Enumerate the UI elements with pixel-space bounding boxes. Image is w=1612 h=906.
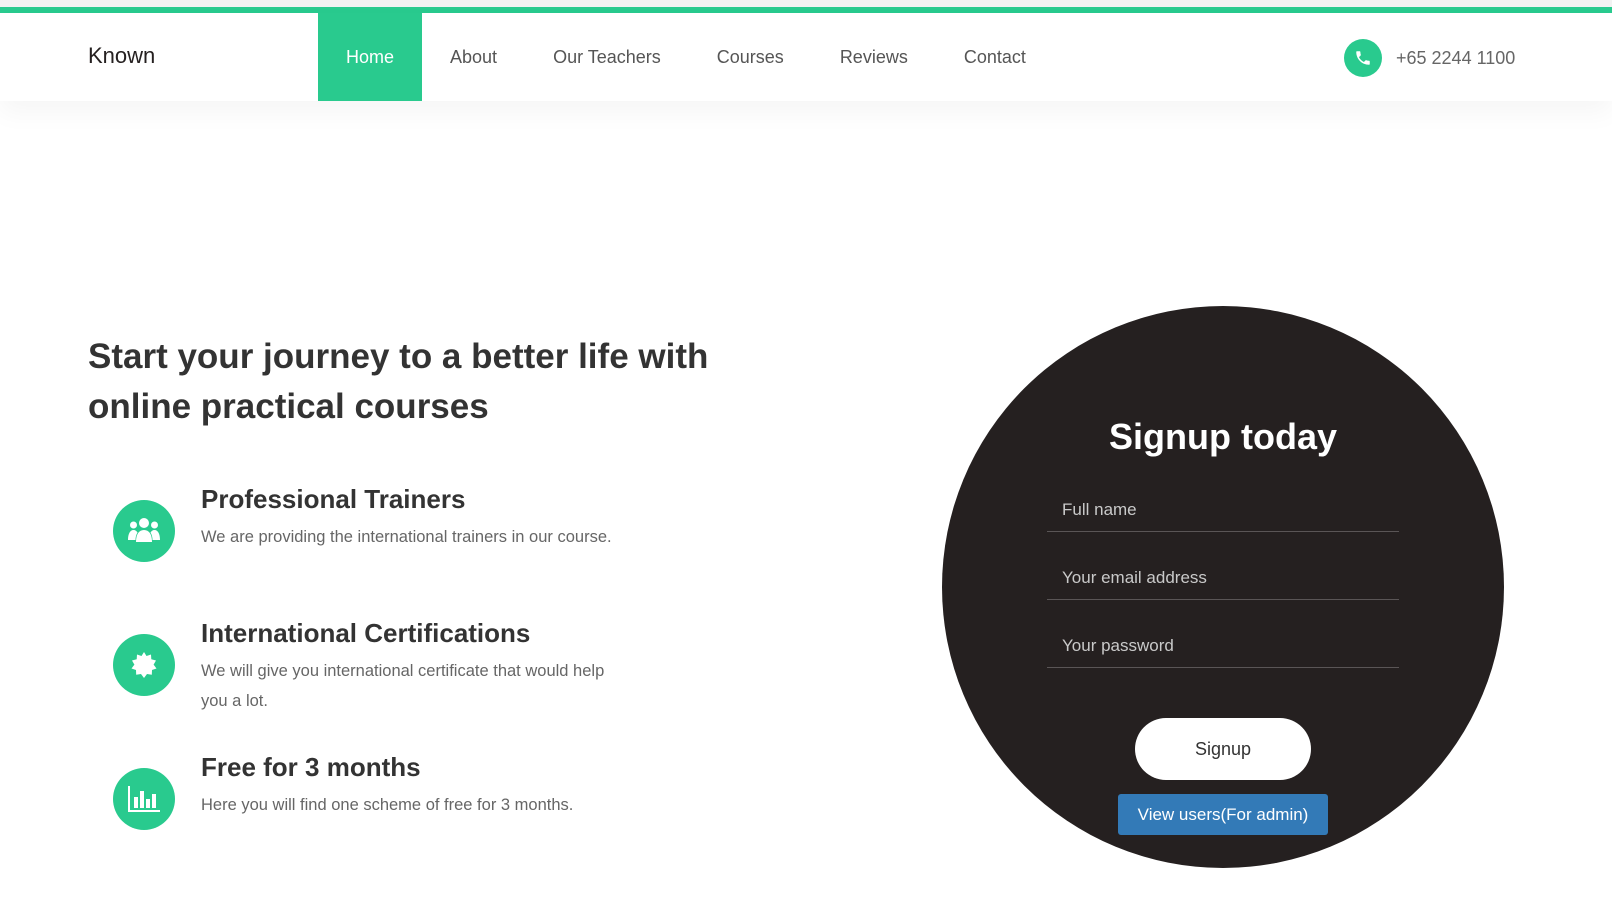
- bar-chart-icon: [113, 768, 175, 830]
- nav-item-home[interactable]: Home: [318, 13, 423, 101]
- view-users-admin-button[interactable]: View users(For admin): [1118, 794, 1328, 835]
- feature-title: Professional Trainers: [201, 484, 466, 514]
- nav-menu: Home About Our Teachers Courses Reviews …: [318, 13, 1054, 101]
- fullname-input[interactable]: [1047, 488, 1399, 532]
- phone-contact: +65 2244 1100: [1344, 39, 1515, 77]
- feature-desc: Here you will find one scheme of free fo…: [201, 796, 574, 814]
- feature-item-free: Free for 3 months Here you will find one…: [113, 752, 713, 886]
- signup-button[interactable]: Signup: [1135, 718, 1311, 780]
- phone-icon: [1344, 39, 1382, 77]
- nav-item-courses[interactable]: Courses: [689, 13, 812, 101]
- nav-item-reviews[interactable]: Reviews: [812, 13, 936, 101]
- brand-logo[interactable]: Known: [88, 43, 155, 69]
- nav-item-contact[interactable]: Contact: [936, 13, 1054, 101]
- features-list: Professional Trainers We are providing t…: [113, 484, 713, 886]
- feature-desc: We are providing the international train…: [201, 528, 612, 546]
- phone-number: +65 2244 1100: [1396, 47, 1516, 68]
- hero-title: Start your journey to a better life with…: [88, 337, 709, 426]
- feature-item-trainers: Professional Trainers We are providing t…: [113, 484, 713, 618]
- users-icon: [113, 500, 175, 562]
- navbar: Known Home About Our Teachers Courses Re…: [0, 13, 1612, 101]
- signup-form: Signup today Signup View users(For admin…: [942, 306, 1504, 868]
- feature-item-certifications: International Certifications We will giv…: [113, 618, 713, 752]
- nav-item-about[interactable]: About: [422, 13, 525, 101]
- feature-title: Free for 3 months: [201, 752, 421, 782]
- feature-desc: We will give you international certifica…: [201, 662, 605, 710]
- nav-item-our-teachers[interactable]: Our Teachers: [525, 13, 689, 101]
- signup-title: Signup today: [1109, 416, 1337, 457]
- feature-title: International Certifications: [201, 618, 531, 648]
- top-strip: [0, 0, 1612, 7]
- certificate-icon: [113, 634, 175, 696]
- email-input[interactable]: [1047, 556, 1399, 600]
- password-input[interactable]: [1047, 624, 1399, 668]
